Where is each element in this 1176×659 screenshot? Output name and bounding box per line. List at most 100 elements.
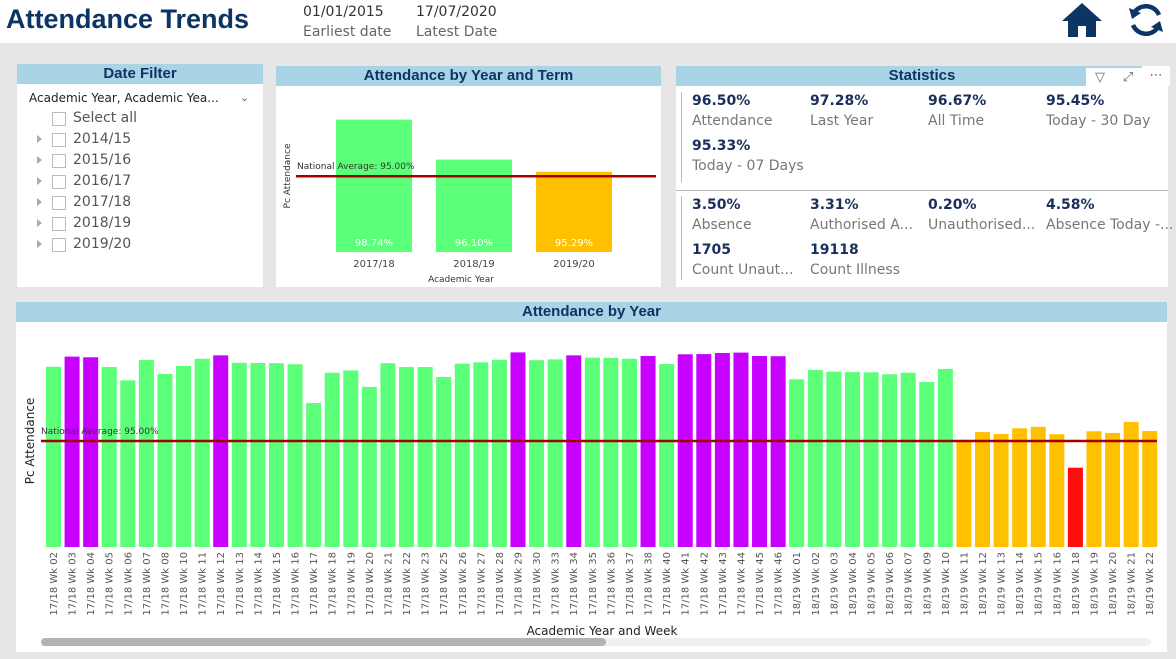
more-options-icon[interactable]: ⋯ [1142, 66, 1170, 86]
bar-17-18-Wk-29[interactable] [510, 352, 526, 547]
bar-17-18-Wk-04[interactable] [83, 357, 99, 547]
bar-18-19-Wk-20[interactable] [1105, 432, 1121, 547]
bar-18-19-Wk-16[interactable] [1049, 434, 1065, 547]
bar-17-18-Wk-07[interactable] [138, 360, 154, 547]
x-tick-label: 17/18 Wk 08 [160, 552, 171, 616]
bar-17-18-Wk-38[interactable] [640, 355, 656, 547]
bar-18-19-Wk-18[interactable] [1067, 467, 1083, 547]
bar-17-18-Wk-35[interactable] [584, 357, 600, 547]
bar-17-18-Wk-44[interactable] [733, 352, 749, 547]
bar-18-19-Wk-07[interactable] [900, 372, 916, 547]
bar-17-18-Wk-14[interactable] [250, 362, 266, 547]
bar-17-18-Wk-06[interactable] [120, 380, 136, 547]
bar-18-19-Wk-19[interactable] [1086, 431, 1102, 547]
bar-17-18-Wk-46[interactable] [770, 356, 786, 547]
national-average-label: National Average: 95.00% [41, 427, 159, 437]
bar-18-19-Wk-11[interactable] [956, 441, 972, 547]
bar-17-18-Wk-18[interactable] [324, 372, 340, 547]
x-tick-label: 17/18 Wk 40 [662, 552, 673, 616]
bar-17-18-Wk-41[interactable] [677, 354, 693, 547]
bar-17-18-Wk-42[interactable] [696, 354, 712, 547]
bar-17-18-Wk-45[interactable] [752, 355, 768, 547]
bar-17-18-Wk-43[interactable] [714, 353, 730, 547]
bar-17-18-Wk-16[interactable] [287, 364, 303, 547]
bar-17-18-Wk-34[interactable] [566, 355, 582, 547]
focus-mode-icon[interactable]: ⤢ [1114, 68, 1142, 88]
bar-17-18-Wk-11[interactable] [194, 358, 210, 547]
checkbox-icon[interactable] [52, 217, 66, 231]
bar-18-19-Wk-03[interactable] [826, 371, 842, 547]
x-tick-label: 17/18 Wk 38 [644, 552, 655, 616]
date-filter-title: Date Filter [17, 64, 263, 84]
bar-17-18-Wk-33[interactable] [547, 359, 563, 547]
bar-18-19-Wk-22[interactable] [1142, 431, 1158, 547]
x-tick-label: 18/19 Wk 13 [997, 552, 1008, 616]
bar-18-19-Wk-01[interactable] [789, 379, 805, 547]
bar-17-18-Wk-15[interactable] [268, 363, 284, 547]
bar-18-19-Wk-05[interactable] [863, 372, 879, 547]
bar-17-18-Wk-26[interactable] [454, 363, 470, 547]
checkbox-icon[interactable] [52, 133, 66, 147]
bar-17-18-Wk-40[interactable] [659, 364, 675, 547]
x-tick-label: 17/18 Wk 19 [346, 552, 357, 616]
chevron-down-icon[interactable]: ⌄ [240, 91, 249, 104]
bar-18-19-Wk-13[interactable] [993, 434, 1009, 547]
expand-icon[interactable] [37, 156, 42, 164]
x-tick-label: 18/19 Wk 03 [829, 552, 840, 616]
x-tick-label: 17/18 Wk 42 [699, 552, 710, 616]
bar-17-18-Wk-21[interactable] [380, 363, 396, 547]
x-tick-label: 17/18 Wk 15 [272, 552, 283, 616]
bar-17-18-Wk-19[interactable] [343, 370, 359, 547]
expand-icon[interactable] [37, 135, 42, 143]
x-tick-label: 17/18 Wk 25 [439, 552, 450, 616]
checkbox-icon[interactable] [52, 238, 66, 252]
bar-2017/18[interactable] [336, 119, 412, 252]
expand-icon[interactable] [37, 177, 42, 185]
slicer-dropdown[interactable]: Academic Year, Academic Yea... [29, 91, 219, 105]
bar-17-18-Wk-36[interactable] [603, 357, 619, 547]
bar-18-19-Wk-04[interactable] [844, 372, 860, 547]
home-icon[interactable] [1060, 2, 1104, 38]
bar-17-18-Wk-03[interactable] [64, 356, 80, 547]
filter-icon[interactable]: ▽ [1086, 68, 1114, 88]
bar-18-19-Wk-12[interactable] [975, 432, 990, 547]
bar-17-18-Wk-08[interactable] [157, 374, 173, 547]
bar-18-19-Wk-15[interactable] [1030, 426, 1046, 547]
refresh-icon[interactable] [1126, 2, 1166, 38]
bar-17-18-Wk-22[interactable] [399, 367, 415, 547]
x-tick-label: 17/18 Wk 13 [235, 552, 246, 616]
checkbox-icon[interactable] [52, 175, 66, 189]
expand-icon[interactable] [37, 219, 42, 227]
year-term-chart: 98.74%2017/1896.10%2018/1995.29%2019/20 … [283, 119, 656, 285]
x-tick-label: 18/19 Wk 07 [904, 552, 915, 616]
bar-17-18-Wk-23[interactable] [417, 367, 433, 547]
x-tick-label: 17/18 Wk 26 [458, 552, 469, 616]
bar-18-19-Wk-06[interactable] [882, 374, 898, 547]
checkbox-icon[interactable] [52, 154, 66, 168]
bar-18-19-Wk-02[interactable] [807, 369, 823, 547]
bar-17-18-Wk-02[interactable] [46, 366, 61, 547]
bar-17-18-Wk-37[interactable] [621, 358, 637, 547]
card-divider [676, 190, 1168, 191]
bar-18-19-Wk-10[interactable] [937, 368, 953, 547]
bar-17-18-Wk-28[interactable] [491, 359, 507, 547]
horizontal-scrollbar-thumb[interactable] [41, 638, 606, 646]
bar-18-19-Wk-09[interactable] [919, 382, 935, 547]
expand-icon[interactable] [37, 198, 42, 206]
checkbox-icon[interactable] [52, 196, 66, 210]
national-average-label: National Average: 95.00% [297, 162, 415, 172]
bar-17-18-Wk-05[interactable] [101, 367, 117, 547]
bar-17-18-Wk-13[interactable] [231, 362, 247, 547]
bar-17-18-Wk-25[interactable] [436, 376, 452, 547]
bar-17-18-Wk-20[interactable] [361, 386, 377, 547]
bar-18-19-Wk-14[interactable] [1012, 428, 1028, 547]
expand-icon[interactable] [37, 240, 42, 248]
checkbox-icon[interactable] [52, 112, 66, 126]
bar-17-18-Wk-10[interactable] [176, 365, 192, 547]
bar-17-18-Wk-12[interactable] [213, 355, 229, 547]
stat-count-unauth-label: Count Unaut... [692, 262, 794, 278]
bar-17-18-Wk-27[interactable] [473, 362, 489, 547]
bar-17-18-Wk-30[interactable] [529, 360, 545, 547]
slicer-item-label: 2014/15 [73, 131, 132, 147]
bar-17-18-Wk-17[interactable] [306, 403, 322, 547]
